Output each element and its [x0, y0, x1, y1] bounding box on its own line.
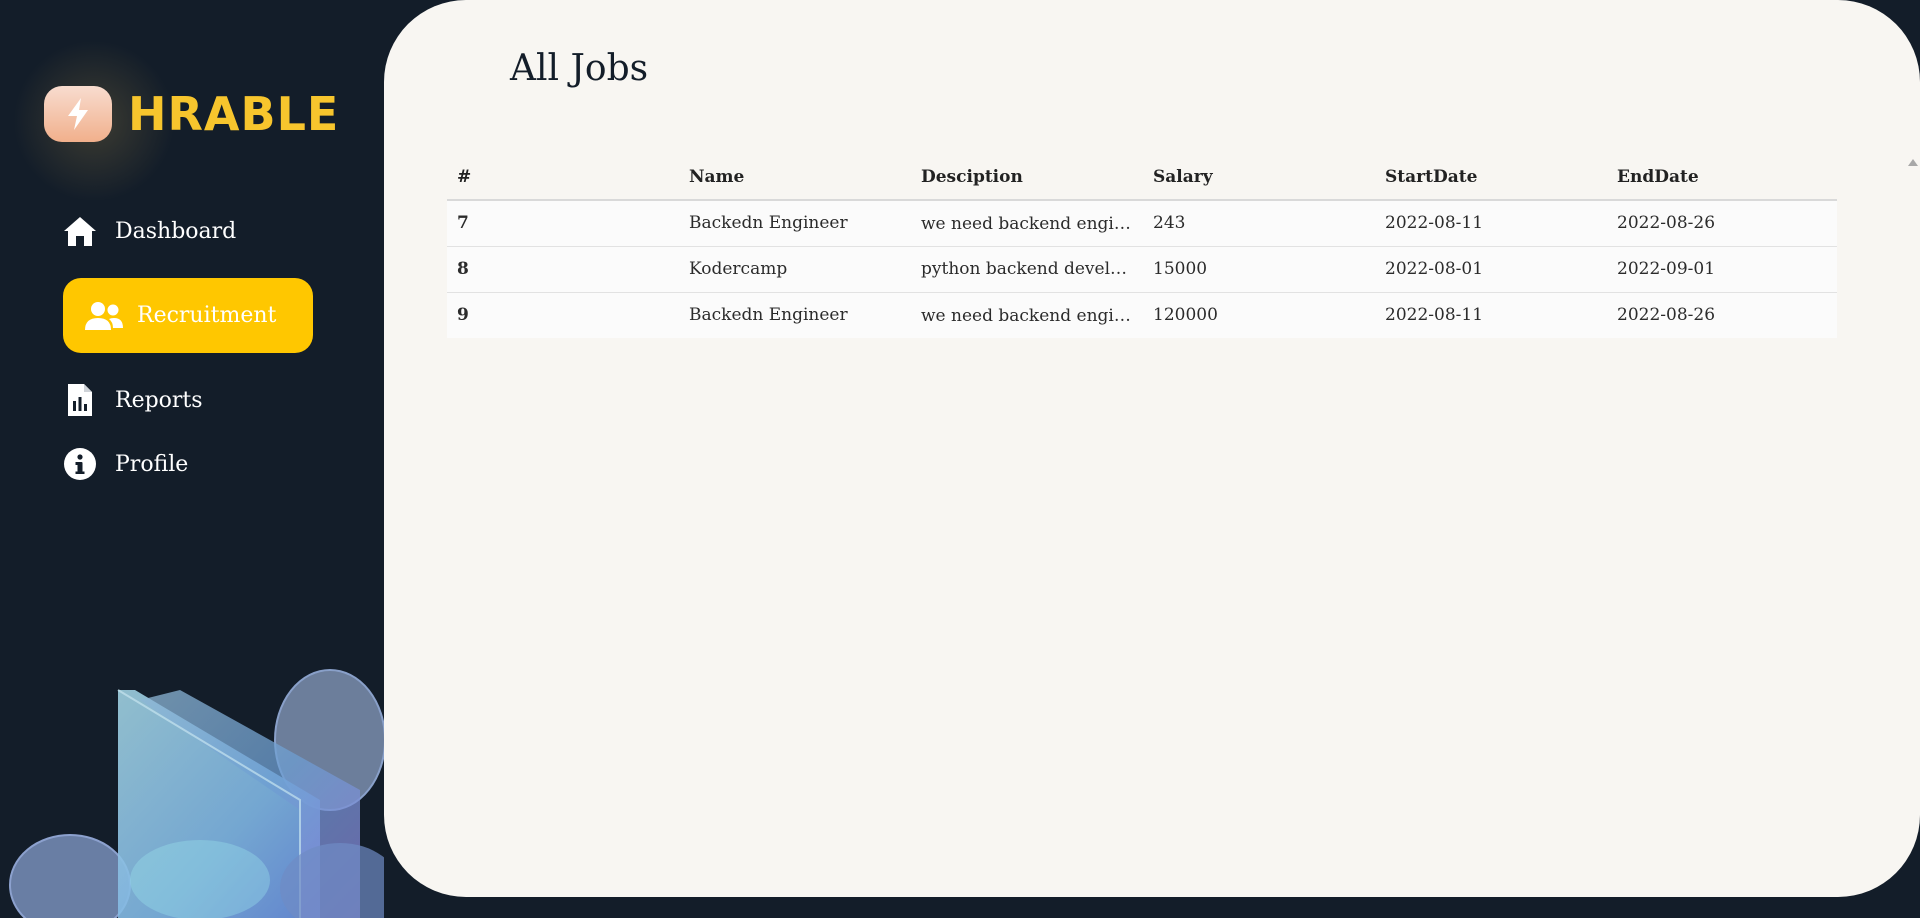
- cell-end-date: 2022-09-01: [1607, 246, 1837, 293]
- cell-description-text: we need backend engin...: [921, 305, 1131, 326]
- column-header-description[interactable]: Desciption: [911, 155, 1143, 201]
- page-title: All Jobs: [510, 48, 649, 89]
- sidebar-item-dashboard[interactable]: Dashboard: [63, 214, 236, 248]
- scrollbar[interactable]: [1904, 155, 1920, 865]
- sidebar-item-label: Reports: [115, 387, 203, 413]
- cell-id: 7: [447, 200, 679, 247]
- cell-end-date: 2022-08-26: [1607, 200, 1837, 247]
- sidebar-item-label: Profile: [115, 451, 189, 477]
- scroll-up-arrow-icon[interactable]: [1908, 159, 1918, 166]
- table-header-row: # Name Desciption Salary StartDate EndDa…: [447, 155, 1837, 201]
- table-row[interactable]: 8 Kodercamp python backend develo... 150…: [447, 246, 1837, 293]
- cell-salary: 243: [1143, 200, 1375, 247]
- cell-description: python backend develo...: [911, 246, 1143, 293]
- users-icon: [85, 299, 123, 333]
- brand-name: HRABLE: [128, 87, 340, 141]
- column-header-id[interactable]: #: [447, 155, 679, 201]
- lightning-icon: [44, 86, 112, 142]
- cell-description-text: python backend develo...: [921, 259, 1131, 280]
- column-header-start-date[interactable]: StartDate: [1375, 155, 1607, 201]
- column-header-end-date[interactable]: EndDate: [1607, 155, 1837, 201]
- home-icon: [63, 214, 97, 248]
- cell-end-date: 2022-08-26: [1617, 305, 1716, 326]
- cell-start-date: 2022-08-11: [1375, 200, 1607, 247]
- cell-start-date: 2022-08-01: [1375, 246, 1607, 293]
- cell-description: we need backend engin...: [911, 200, 1143, 247]
- cell-salary: 15000: [1143, 246, 1375, 293]
- decorative-illustration: [9, 669, 384, 918]
- info-icon: [63, 447, 97, 481]
- table-row[interactable]: 7 Backedn Engineer we need backend engin…: [447, 200, 1837, 247]
- column-header-salary[interactable]: Salary: [1143, 155, 1375, 201]
- main-panel: All Jobs # Name Desciption Salary StartD…: [384, 0, 1920, 897]
- cell-start-date: 2022-08-11: [1385, 305, 1484, 326]
- sidebar: HRABLE Dashboard Recruitment Reports Pro…: [0, 0, 384, 918]
- cell-description: we need backend engin...: [911, 292, 1143, 338]
- cell-id: 8: [447, 246, 679, 293]
- sidebar-item-recruitment[interactable]: Recruitment: [63, 278, 313, 353]
- table-row[interactable]: 9 Backedn Engineer we need backend engin…: [447, 292, 1837, 338]
- cell-description-text: we need backend engin...: [921, 213, 1131, 234]
- sidebar-item-reports[interactable]: Reports: [63, 383, 203, 417]
- sidebar-item-profile[interactable]: Profile: [63, 447, 188, 481]
- sidebar-item-label: Dashboard: [115, 218, 237, 244]
- cell-name: Kodercamp: [679, 246, 911, 293]
- cell-name: Backedn Engineer: [679, 200, 911, 247]
- sidebar-item-label: Recruitment: [137, 303, 277, 328]
- column-header-name[interactable]: Name: [679, 155, 911, 201]
- cell-salary: 120000: [1153, 305, 1218, 326]
- cell-id: 9: [457, 305, 469, 326]
- scroll-down-arrow-icon[interactable]: [1908, 858, 1918, 865]
- brand-logo[interactable]: HRABLE: [4, 36, 340, 206]
- report-file-icon: [63, 383, 97, 417]
- cell-name: Backedn Engineer: [689, 305, 848, 326]
- jobs-table: # Name Desciption Salary StartDate EndDa…: [447, 155, 1837, 338]
